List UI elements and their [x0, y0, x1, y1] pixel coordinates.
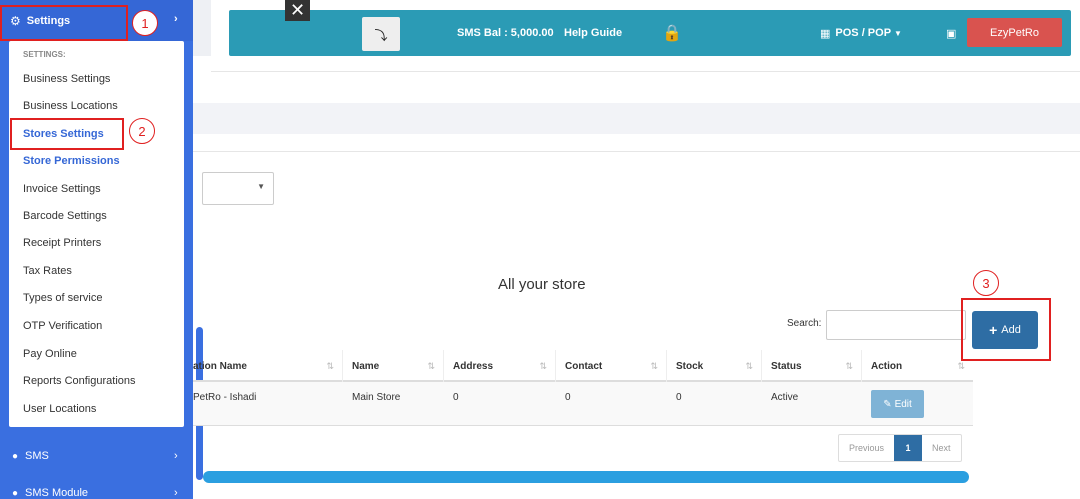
cell-location: PetRo - Ishadi	[193, 392, 257, 403]
sidebar: ⚙ Settings › SETTINGS: Business Settings…	[0, 0, 193, 499]
column-header[interactable]: Status ⇅	[762, 350, 862, 382]
edit-button[interactable]: ✎ Edit	[871, 390, 924, 418]
download-button[interactable]: ⤵	[362, 17, 400, 51]
sort-icon: ⇅	[326, 360, 334, 371]
column-header[interactable]: Stock ⇅	[667, 350, 762, 382]
chat-icon: ●	[12, 450, 19, 462]
help-guide-link[interactable]: Help Guide	[564, 10, 622, 56]
annotation-box-settings	[0, 5, 128, 41]
cell-name: Main Store	[352, 392, 401, 403]
column-header[interactable]: Contact ⇅	[556, 350, 667, 382]
lock-icon[interactable]: 🔒	[662, 10, 682, 56]
sidebar-item-business-settings[interactable]: Business Settings	[23, 73, 110, 85]
annotation-step-2: 2	[129, 118, 155, 144]
pagination: Previous 1 Next	[838, 434, 962, 462]
sort-icon: ⇅	[427, 360, 435, 371]
pagination-next[interactable]: Next	[922, 435, 961, 461]
sort-icon: ⇅	[845, 360, 853, 371]
sort-icon: ⇅	[957, 360, 965, 371]
cash-icon[interactable]: ▣	[946, 10, 956, 56]
divider	[193, 151, 1080, 152]
sidebar-item-pay-online[interactable]: Pay Online	[23, 348, 77, 360]
search-label: Search:	[787, 318, 822, 329]
sidebar-item-invoice-settings[interactable]: Invoice Settings	[23, 183, 101, 195]
location-select[interactable]: ▼	[202, 172, 274, 205]
column-header[interactable]: ation Name ⇅	[193, 350, 343, 382]
cell-status: Active	[771, 392, 799, 403]
content-header-band	[193, 103, 1080, 134]
chevron-right-icon: ›	[174, 13, 178, 25]
top-navbar: ⤵ SMS Bal : 5,000.00 Help Guide 🔒 ▦ POS …	[229, 10, 1071, 56]
column-header[interactable]: Action ⇅	[862, 350, 973, 382]
sidebar-item-tax-rates[interactable]: Tax Rates	[23, 265, 72, 277]
sort-icon: ⇅	[539, 360, 547, 371]
caret-down-icon: ▼	[894, 28, 902, 38]
sidebar-item-label: SMS	[25, 450, 49, 462]
horizontal-scrollbar[interactable]	[203, 471, 969, 483]
sidebar-item-types-of-service[interactable]: Types of service	[23, 292, 102, 304]
cell-contact: 0	[565, 392, 571, 403]
chevron-right-icon: ›	[174, 487, 178, 499]
submenu-header: SETTINGS:	[23, 50, 66, 59]
chevron-right-icon: ›	[174, 450, 178, 462]
download-icon: ⤵	[374, 27, 388, 43]
caret-down-icon: ▼	[257, 182, 265, 191]
annotation-step-1: 1	[132, 10, 158, 36]
sort-icon: ⇅	[650, 360, 658, 371]
annotation-box-add	[961, 298, 1051, 361]
annotation-step-3: 3	[973, 270, 999, 296]
edit-icon: ✎	[883, 398, 892, 410]
close-icon[interactable]: ✕	[285, 0, 310, 21]
sidebar-item-user-locations[interactable]: User Locations	[23, 403, 96, 415]
grid-icon: ▦	[820, 27, 831, 40]
pos-label: POS / POP	[835, 27, 892, 39]
pagination-previous[interactable]: Previous	[839, 435, 894, 461]
pos-dropdown[interactable]: ▦ POS / POP ▼	[820, 10, 902, 56]
table-row: PetRo - Ishadi Main Store 0 0 0 Active ✎…	[193, 382, 973, 426]
divider	[211, 71, 1080, 72]
sidebar-item-sms[interactable]: ● SMS ›	[0, 443, 193, 469]
header-spacer	[193, 0, 211, 56]
sidebar-item-sms-module[interactable]: ● SMS Module ›	[0, 480, 193, 499]
settings-submenu: SETTINGS: Business Settings Business Loc…	[9, 41, 184, 427]
annotation-box-stores-settings	[10, 118, 124, 150]
column-header[interactable]: Address ⇅	[444, 350, 556, 382]
chat-icon: ●	[12, 487, 19, 499]
sms-balance: SMS Bal : 5,000.00	[457, 27, 554, 39]
sidebar-item-business-locations[interactable]: Business Locations	[23, 100, 118, 112]
user-menu-button[interactable]: EzyPetRo	[967, 18, 1062, 47]
table-header-row: ation Name ⇅ Name ⇅ Address ⇅ Contact ⇅ Stoc…	[193, 350, 973, 382]
sidebar-item-barcode-settings[interactable]: Barcode Settings	[23, 210, 107, 222]
sidebar-item-label: SMS Module	[25, 487, 89, 499]
sidebar-item-reports-configurations[interactable]: Reports Configurations	[23, 375, 136, 387]
column-header[interactable]: Name ⇅	[343, 350, 444, 382]
pagination-page[interactable]: 1	[894, 435, 923, 461]
sidebar-item-store-permissions[interactable]: Store Permissions	[23, 155, 120, 167]
sidebar-item-receipt-printers[interactable]: Receipt Printers	[23, 237, 101, 249]
sidebar-item-otp-verification[interactable]: OTP Verification	[23, 320, 102, 332]
edit-label: Edit	[894, 398, 912, 410]
cell-stock: 0	[676, 392, 682, 403]
cell-address: 0	[453, 392, 459, 403]
page-title: All your store	[498, 276, 586, 293]
sort-icon: ⇅	[745, 360, 753, 371]
search-input[interactable]	[826, 310, 966, 340]
